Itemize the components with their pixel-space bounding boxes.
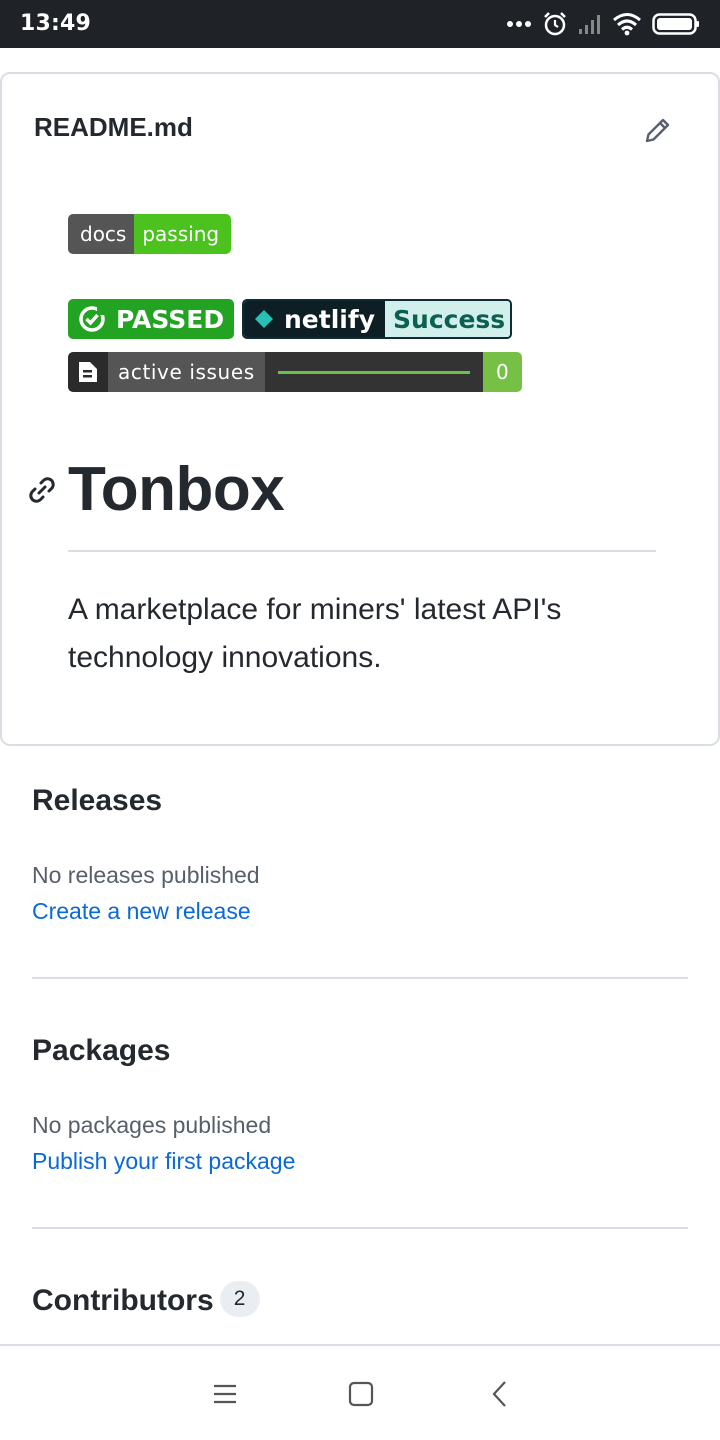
alarm-icon: [544, 12, 566, 36]
status-time: 13:49: [20, 11, 92, 36]
netlify-badge-left: netlify: [244, 301, 386, 337]
netlify-diamond-icon: [255, 310, 273, 328]
passed-badge[interactable]: PASSED: [68, 299, 234, 339]
docs-badge-label: docs: [68, 214, 135, 254]
readme-heading: Tonbox: [68, 455, 285, 524]
pencil-icon: [645, 118, 670, 143]
signal-icon: [579, 15, 600, 34]
netlify-badge-value: Success: [385, 301, 510, 337]
check-circle-icon: [78, 299, 106, 339]
issues-sparkline: [264, 352, 483, 392]
heading-anchor-link[interactable]: [24, 472, 60, 508]
section-divider: [32, 1227, 688, 1229]
system-nav-bar: [0, 1344, 720, 1440]
releases-empty-text: No releases published: [32, 862, 260, 888]
netlify-badge[interactable]: netlify Success: [242, 299, 512, 339]
edit-readme-button[interactable]: [638, 110, 678, 150]
readme-card: README.md docs passing PASSED netlify Su…: [0, 72, 720, 746]
status-bar: 13:49: [0, 0, 720, 48]
contributors-header[interactable]: Contributors 2: [32, 1281, 260, 1320]
netlify-badge-label: netlify: [284, 304, 376, 334]
passed-badge-label: PASSED: [116, 304, 225, 334]
create-release-link[interactable]: Create a new release: [32, 898, 251, 925]
readme-filename: README.md: [34, 112, 193, 142]
heading-divider: [68, 550, 656, 552]
contributors-title: Contributors: [32, 1284, 214, 1317]
contributors-count: 2: [219, 1281, 260, 1318]
battery-icon: [652, 13, 699, 35]
more-dots-icon: [507, 21, 531, 27]
status-icons: [506, 10, 700, 38]
issues-badge-value: 0: [482, 352, 522, 392]
packages-empty-text: No packages published: [32, 1112, 272, 1138]
wifi-icon: [613, 13, 641, 36]
readme-description: A marketplace for miners' latest API's t…: [68, 593, 562, 674]
link-icon: [29, 477, 55, 503]
menu-button[interactable]: [207, 1376, 243, 1412]
section-divider: [32, 977, 688, 979]
issues-doc-icon: [68, 352, 108, 392]
back-button[interactable]: [482, 1376, 518, 1412]
issues-badge-label: active issues: [108, 352, 265, 392]
menu-icon: [214, 1384, 236, 1404]
docs-badge-value: passing: [134, 214, 232, 254]
packages-title[interactable]: Packages: [32, 1034, 170, 1068]
releases-title[interactable]: Releases: [32, 784, 162, 818]
home-button[interactable]: [343, 1376, 379, 1412]
back-chevron-icon: [492, 1381, 506, 1407]
home-square-icon: [348, 1381, 374, 1407]
publish-package-link[interactable]: Publish your first package: [32, 1148, 295, 1175]
active-issues-badge[interactable]: active issues 0: [68, 352, 522, 392]
docs-badge[interactable]: docs passing: [68, 214, 232, 254]
